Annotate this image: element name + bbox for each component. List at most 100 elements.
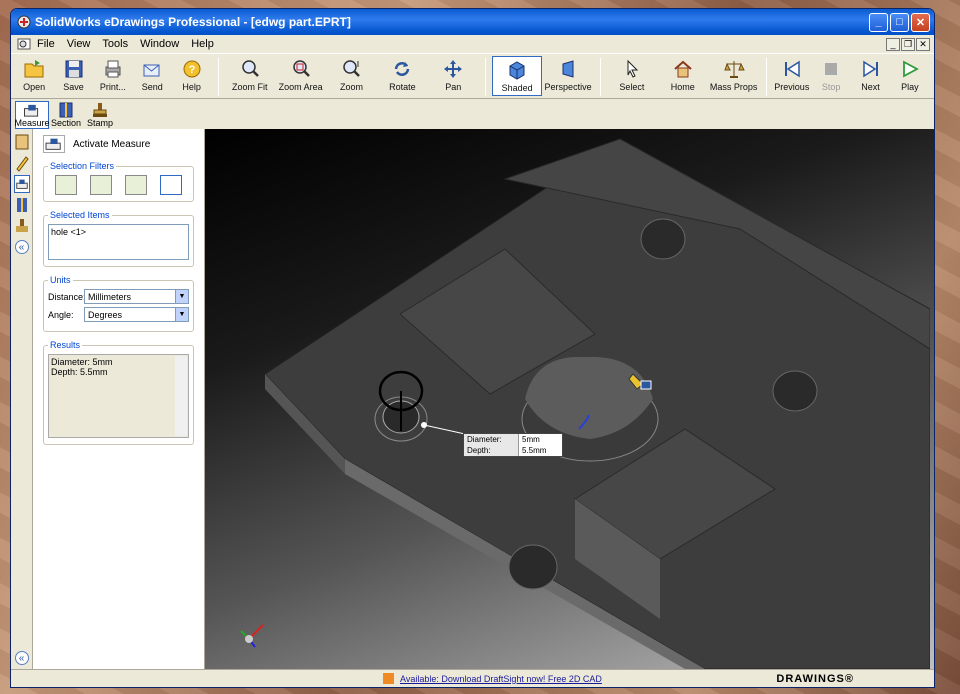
stamp-button[interactable]: Stamp	[83, 101, 117, 129]
tooltip-depth-label: Depth:	[467, 446, 491, 455]
zoom-button[interactable]: Zoom	[327, 56, 377, 96]
tooltip-depth-value: 5.5mm	[518, 445, 562, 456]
pan-button[interactable]: Pan	[428, 56, 478, 96]
chevron-down-icon[interactable]: ▼	[175, 290, 188, 303]
window-title: SolidWorks eDrawings Professional - [edw…	[35, 15, 351, 29]
section-button[interactable]: Section	[49, 101, 83, 129]
edrawings-window: SolidWorks eDrawings Professional - [edw…	[10, 8, 935, 688]
menu-tools[interactable]: Tools	[102, 38, 128, 50]
document-close-button[interactable]: ✕	[916, 37, 930, 51]
3d-viewport[interactable]: Diameter: 5mm Depth: 5.5mm	[205, 129, 934, 669]
title-bar[interactable]: SolidWorks eDrawings Professional - [edw…	[11, 9, 934, 35]
workspace: « « Activate Measure Selection Filters S…	[11, 129, 934, 669]
results-box[interactable]: Diameter: 5mm Depth: 5.5mm	[48, 354, 189, 438]
toolbar-separator	[765, 58, 767, 96]
previous-button[interactable]: Previous	[773, 56, 811, 96]
side-tab-strip: « «	[11, 129, 33, 669]
next-icon	[862, 60, 878, 78]
toolbar-separator	[600, 58, 601, 96]
part-model[interactable]	[205, 129, 930, 669]
measure-panel: Activate Measure Selection Filters Selec…	[33, 129, 205, 669]
distance-label: Distance:	[48, 291, 86, 302]
measure-icon	[24, 104, 39, 117]
filter-faces-button[interactable]	[125, 175, 148, 195]
document-menu-icon[interactable]	[17, 38, 31, 50]
results-scrollbar[interactable]	[175, 356, 187, 436]
home-icon	[674, 60, 692, 78]
rotate-button[interactable]: Rotate	[377, 56, 427, 96]
zoom-area-icon	[292, 60, 310, 77]
mass-props-button[interactable]: Mass Props	[709, 56, 759, 96]
angle-unit-select[interactable]: Degrees ▼	[84, 307, 189, 322]
menu-view[interactable]: View	[67, 38, 91, 50]
perspective-button[interactable]: Perspective	[543, 56, 593, 96]
play-button[interactable]: Play	[891, 56, 929, 96]
measure-tooltip: Diameter: 5mm Depth: 5.5mm	[463, 433, 563, 457]
next-button[interactable]: Next	[851, 56, 889, 96]
zoom-fit-icon	[241, 60, 259, 77]
angle-label: Angle:	[48, 309, 74, 320]
previous-icon	[784, 60, 800, 78]
filter-vertices-button[interactable]	[89, 175, 112, 195]
shaded-button[interactable]: Shaded	[492, 56, 543, 96]
zoom-fit-button[interactable]: Zoom Fit	[225, 56, 275, 96]
send-mail-icon	[143, 64, 160, 77]
send-button[interactable]: Send	[133, 56, 171, 96]
selected-items-label: Selected Items	[50, 210, 110, 220]
distance-unit-select[interactable]: Millimeters ▼	[84, 289, 189, 304]
results-label: Results	[50, 340, 81, 350]
activate-measure-header[interactable]: Activate Measure	[43, 135, 194, 153]
scales-icon	[723, 61, 745, 78]
measure-tab-icon[interactable]	[13, 175, 30, 193]
menu-bar: File View Tools Window Help _ ❐ ✕	[11, 35, 934, 53]
help-button[interactable]: ? Help	[172, 56, 210, 96]
toolbar-separator	[485, 58, 487, 96]
results-diameter: Diameter: 5mm	[51, 357, 113, 367]
collapse-panel-icon[interactable]: «	[14, 240, 29, 254]
home-button[interactable]: Home	[658, 56, 708, 96]
stop-button[interactable]: Stop	[812, 56, 850, 96]
rotate-icon	[395, 62, 410, 76]
save-disk-icon	[65, 60, 83, 78]
collapse-panel-bottom-icon[interactable]: «	[14, 651, 29, 665]
save-button[interactable]: Save	[54, 56, 92, 96]
stamp-icon	[93, 103, 107, 117]
minimize-button[interactable]: _	[869, 12, 888, 32]
zoom-area-button[interactable]: Zoom Area	[276, 56, 326, 96]
activate-measure-label: Activate Measure	[73, 138, 151, 150]
rss-feed-icon	[383, 673, 394, 684]
filter-holes-button[interactable]	[160, 175, 183, 195]
open-button[interactable]: Open	[15, 56, 53, 96]
select-button[interactable]: Select	[607, 56, 657, 96]
activate-measure-icon[interactable]	[43, 135, 65, 153]
printer-icon	[105, 60, 121, 78]
maximize-button[interactable]: □	[890, 12, 909, 32]
menu-help[interactable]: Help	[191, 38, 214, 50]
section-tab-icon[interactable]	[14, 196, 30, 214]
document-restore-button[interactable]: ❐	[901, 37, 915, 51]
menu-file[interactable]: File	[37, 38, 55, 50]
filter-edges-button[interactable]	[54, 175, 77, 195]
selected-items-group: Selected Items hole <1>	[43, 210, 194, 267]
document-minimize-button[interactable]: _	[886, 37, 900, 51]
stop-icon	[825, 63, 838, 75]
axis-triad-icon	[240, 624, 264, 648]
print-button[interactable]: Print...	[94, 56, 132, 96]
chevron-down-icon[interactable]: ▼	[175, 308, 188, 321]
markup-tab-icon[interactable]	[14, 154, 30, 172]
draftsight-link[interactable]: Available: Download DraftSight now! Free…	[383, 673, 602, 684]
close-button[interactable]: ✕	[911, 12, 930, 32]
selection-filters-label: Selection Filters	[50, 161, 115, 171]
tooltip-diameter-value: 5mm	[518, 434, 562, 445]
sheets-tab-icon[interactable]	[14, 133, 30, 151]
pan-icon	[444, 60, 463, 78]
selected-item[interactable]: hole <1>	[51, 227, 186, 237]
stamp-tab-icon[interactable]	[14, 217, 30, 235]
measure-button[interactable]: Measure	[15, 101, 50, 129]
perspective-icon	[562, 60, 574, 78]
selected-items-list[interactable]: hole <1>	[48, 224, 189, 260]
menu-window[interactable]: Window	[140, 38, 179, 50]
selection-filters-group: Selection Filters	[43, 161, 194, 202]
edrawings-app-icon	[17, 15, 31, 29]
main-toolbar: Open Save Print... Send ? Help Zoom Fit …	[11, 53, 934, 99]
